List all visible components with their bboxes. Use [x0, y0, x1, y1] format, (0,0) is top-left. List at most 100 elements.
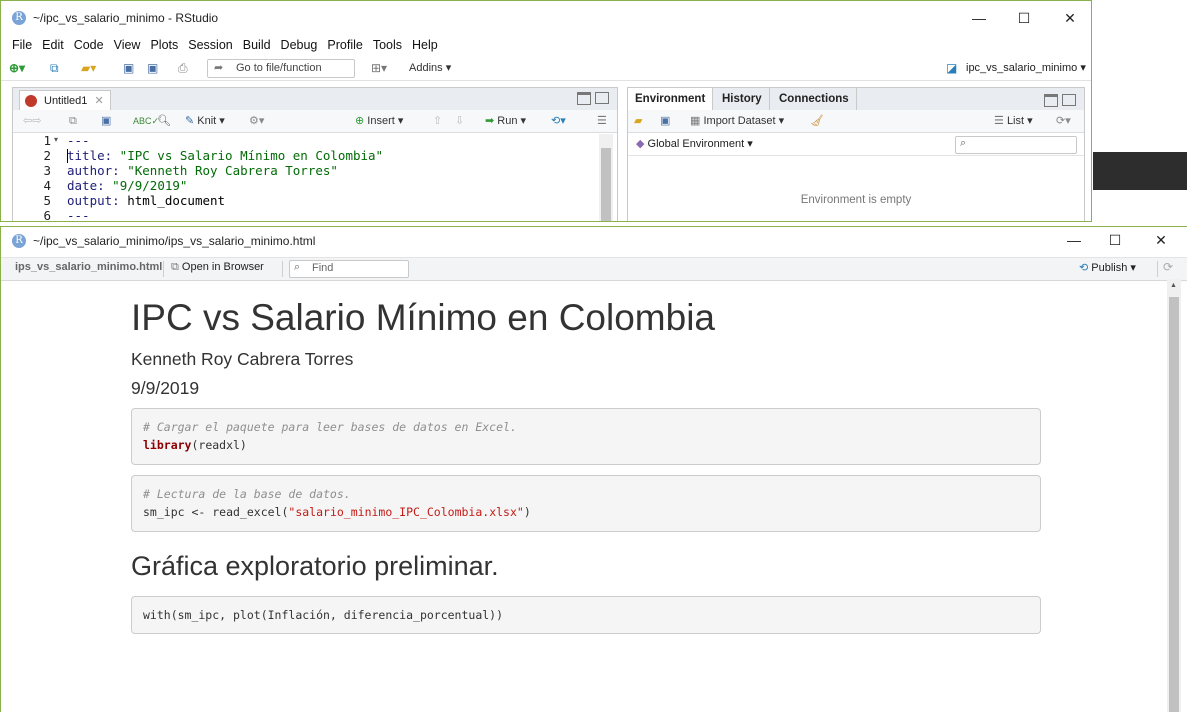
go-to-file-input[interactable]: ➦ Go to file/function [207, 59, 355, 78]
menu-file[interactable]: File [7, 35, 37, 55]
insert-chunk-button[interactable]: ⊕ Insert ▾ [355, 113, 403, 129]
scroll-up-icon[interactable]: ▲ [1170, 282, 1177, 289]
project-menu[interactable]: ipc_vs_salario_minimo ▾ [966, 60, 1086, 76]
code-line: title: "IPC vs Salario Mínimo en Colombi… [67, 148, 384, 163]
viewer-scrollbar[interactable]: ▲ [1167, 279, 1181, 712]
knit-label: Knit [197, 115, 217, 127]
environment-empty-message: Environment is empty [800, 194, 912, 206]
addins-menu[interactable]: Addins ▾ [409, 60, 451, 76]
open-in-browser-button[interactable]: ⧉ Open in Browser [171, 261, 264, 274]
refresh-viewer-icon[interactable]: ⟳ [1163, 260, 1173, 274]
section-heading: Gráfica exploratorio preliminar. [131, 551, 499, 581]
environment-search-input[interactable]: ⌕ [955, 136, 1077, 154]
chunk-down-icon[interactable]: ⇩ [455, 113, 464, 129]
viewer-file-label: ips_vs_salario_minimo.html [15, 261, 163, 273]
publish-button[interactable]: ⟲ Publish ▾ [1079, 261, 1136, 274]
chunk-up-icon[interactable]: ⇧ [433, 113, 442, 129]
line-number: 3 [43, 163, 51, 178]
line-number: 6 [43, 208, 51, 222]
viewer-minimize-button[interactable]: — [1051, 227, 1097, 255]
run-label: Run [497, 115, 518, 127]
code-line: output: html_document [67, 193, 226, 208]
back-forward-icon[interactable]: ⇦⇨ [23, 113, 41, 129]
save-icon[interactable]: ▣ [123, 60, 134, 76]
pane-layout-icon[interactable]: ⊞▾ [371, 60, 387, 76]
load-workspace-icon[interactable]: ▰ [634, 113, 642, 129]
menu-edit[interactable]: Edit [37, 35, 69, 55]
outline-icon[interactable]: ☰ [597, 113, 607, 129]
document-date: 9/9/2019 [131, 378, 200, 398]
viewer-maximize-button[interactable]: ☐ [1092, 227, 1138, 255]
publish-icon: ⟲ [1079, 262, 1089, 274]
save-all-icon[interactable]: ▣ [147, 60, 158, 76]
minimize-pane-icon[interactable] [1044, 94, 1058, 107]
line-number-gutter: 1 2 3 4 5 6 ▾ [13, 133, 61, 222]
editor-tab-bar: Untitled1 ✕ [13, 88, 617, 111]
document-author: Kenneth Roy Cabrera Torres [131, 349, 354, 369]
editor-scrollbar[interactable] [599, 134, 613, 221]
global-environment-dropdown[interactable]: ◆ Global Environment ▾ [636, 137, 753, 150]
code-comment: # Cargar el paquete para leer bases de d… [143, 420, 517, 434]
environment-toolbar: ▰ ▣ ▦ Import Dataset ▾ 🧹︎ ☰ List ▾ ⟳▾ [628, 110, 1084, 133]
viewer-titlebar: R ~/ipc_vs_salario_minimo/ips_vs_salario… [1, 227, 1187, 257]
maximize-pane-icon[interactable] [1062, 94, 1076, 106]
menu-plots[interactable]: Plots [145, 35, 183, 55]
viewer-find-input[interactable]: ⌕ Find [289, 260, 409, 278]
save-doc-icon[interactable]: ▣ [101, 113, 111, 129]
new-file-icon[interactable]: ⊕▾ [9, 60, 25, 76]
refresh-icon[interactable]: ⟳▾ [1056, 113, 1071, 129]
print-icon[interactable]: ⎙ [178, 60, 188, 76]
viewer-close-button[interactable]: ✕ [1138, 227, 1184, 255]
menu-profile[interactable]: Profile [322, 35, 367, 55]
list-view-button[interactable]: ☰ List ▾ [994, 113, 1033, 129]
menu-help[interactable]: Help [407, 35, 443, 55]
code-line: --- [67, 133, 90, 148]
publish-doc-icon[interactable]: ⟲▾ [551, 113, 566, 129]
close-button[interactable]: ✕ [1047, 3, 1091, 33]
tab-untitled1[interactable]: Untitled1 ✕ [19, 90, 111, 111]
run-button[interactable]: ➡ Run ▾ [485, 113, 526, 129]
fold-toggle-icon[interactable]: ▾ [54, 135, 58, 144]
menu-debug[interactable]: Debug [276, 35, 323, 55]
minimize-pane-icon[interactable] [577, 92, 591, 105]
code-line: with(sm_ipc, plot(Inflación, diferencia_… [143, 608, 504, 622]
project-label: ipc_vs_salario_minimo [966, 62, 1078, 74]
knit-button[interactable]: ✎ Knit ▾ [185, 113, 225, 129]
menu-build[interactable]: Build [238, 35, 276, 55]
show-in-window-icon[interactable]: ⧉ [69, 113, 77, 129]
line-number: 5 [43, 193, 51, 208]
broom-icon[interactable]: 🧹︎ [810, 113, 824, 129]
list-icon: ☰ [994, 115, 1004, 127]
document-title: IPC vs Salario Mínimo en Colombia [131, 297, 715, 338]
tab-environment[interactable]: Environment [628, 88, 714, 110]
menu-session[interactable]: Session [183, 35, 237, 55]
close-tab-icon[interactable]: ✕ [94, 95, 103, 107]
new-project-icon[interactable]: ⧉ [50, 60, 59, 76]
go-to-file-placeholder: Go to file/function [236, 62, 322, 74]
menu-tools[interactable]: Tools [368, 35, 407, 55]
menu-view[interactable]: View [109, 35, 146, 55]
tab-label: Untitled1 [44, 95, 88, 107]
rstudio-window: R ~/ipc_vs_salario_minimo - RStudio — ☐ … [0, 0, 1092, 222]
minimize-button[interactable]: — [956, 3, 1002, 33]
save-workspace-icon[interactable]: ▣ [660, 113, 670, 129]
search-icon: ⌕ [960, 137, 967, 149]
menu-code[interactable]: Code [69, 35, 109, 55]
import-dataset-label: Import Dataset [703, 115, 776, 127]
viewer-toolbar: ips_vs_salario_minimo.html ⧉ Open in Bro… [1, 257, 1187, 281]
import-dataset-button[interactable]: ▦ Import Dataset ▾ [690, 113, 784, 129]
editor-scrollbar-thumb[interactable] [601, 148, 611, 221]
code-line: sm_ipc <- read_excel("salario_minimo_IPC… [143, 505, 531, 519]
tab-connections[interactable]: Connections [772, 88, 857, 110]
maximize-button[interactable]: ☐ [1001, 3, 1047, 33]
settings-gear-icon[interactable]: ⚙▾ [249, 113, 264, 129]
viewer-scrollbar-thumb[interactable] [1169, 297, 1179, 712]
run-icon: ➡ [485, 115, 495, 127]
find-replace-icon[interactable]: 🔍︎ [157, 113, 171, 129]
open-file-icon[interactable]: ▰▾ [81, 60, 96, 76]
spellcheck-icon[interactable]: ABC✓ [133, 113, 159, 129]
tab-history[interactable]: History [715, 88, 770, 110]
maximize-pane-icon[interactable] [595, 92, 609, 104]
rmd-file-icon [25, 95, 37, 107]
line-number: 1 [43, 133, 51, 148]
